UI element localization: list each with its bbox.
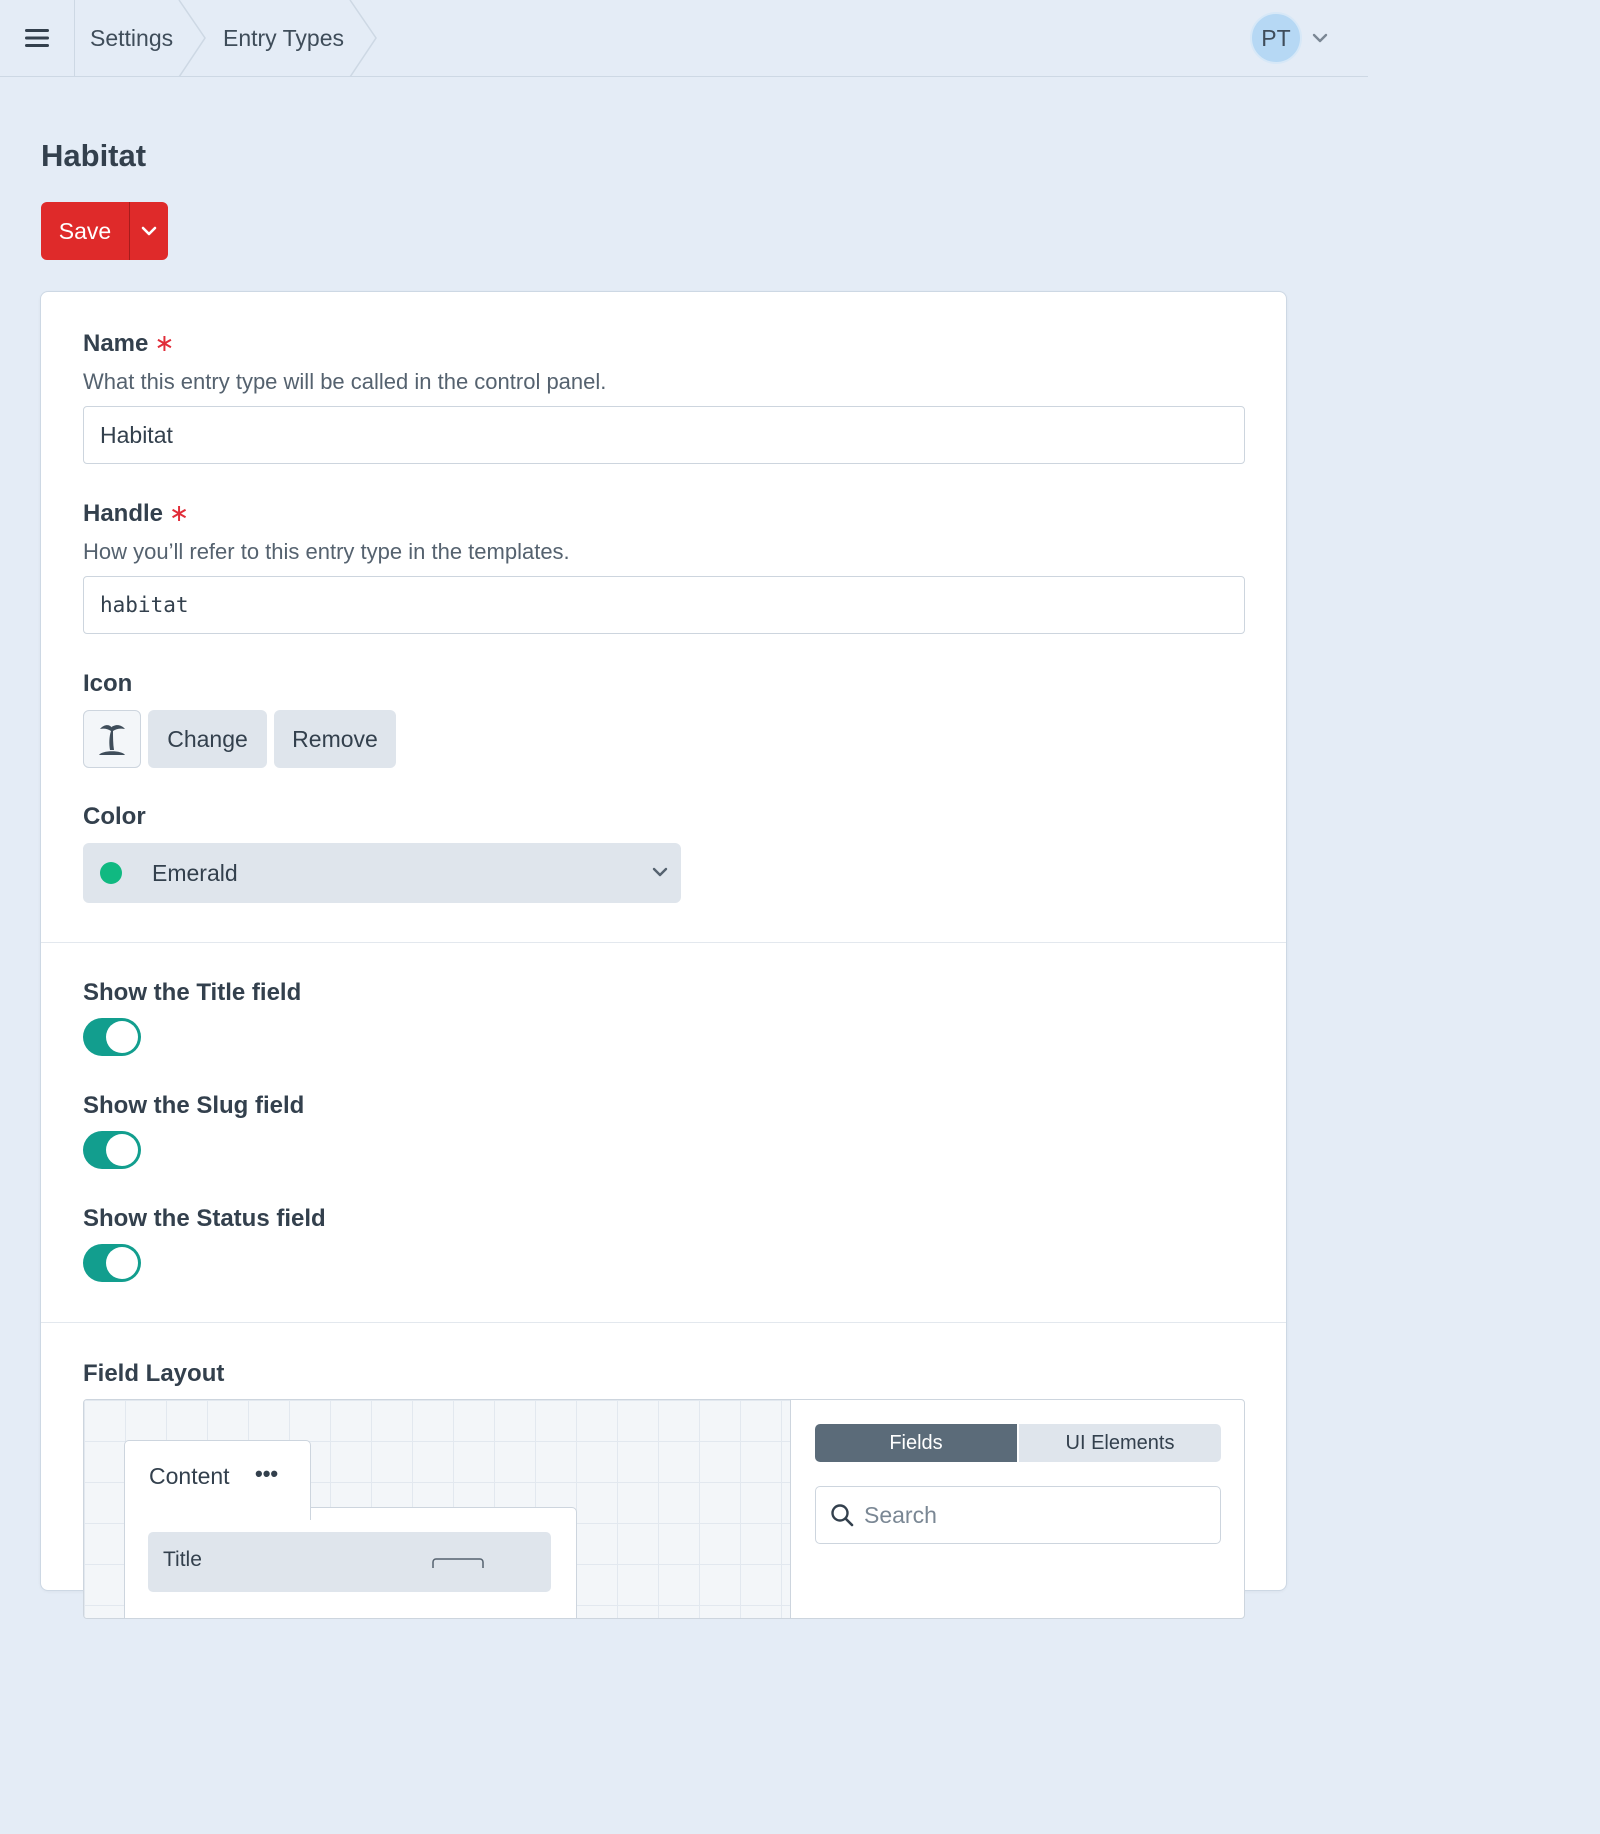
layout-tab-name: Content: [149, 1463, 230, 1489]
save-button-group: Save: [41, 202, 168, 260]
slug-toggle-label: Show the Slug field: [83, 1092, 305, 1119]
avatar: PT: [1250, 12, 1302, 64]
layout-field-label: Title: [163, 1548, 202, 1571]
save-button[interactable]: Save: [41, 202, 129, 260]
section-divider: [41, 1322, 1286, 1323]
toggle-knob: [106, 1247, 138, 1279]
library-tabs: Fields UI Elements: [815, 1424, 1221, 1462]
name-input[interactable]: Habitat: [83, 406, 1245, 464]
color-select[interactable]: Emerald: [83, 843, 681, 903]
chevron-down-icon: [141, 226, 157, 236]
layout-field-title[interactable]: Title: [148, 1532, 551, 1592]
chevron-down-icon: [1312, 33, 1328, 43]
toggle-knob: [106, 1021, 138, 1053]
field-layout-designer: Content ••• Title Fields UI Elements Sea…: [83, 1399, 1245, 1619]
tab-fields[interactable]: Fields: [815, 1424, 1017, 1462]
show-slug-toggle[interactable]: [83, 1131, 141, 1169]
page-title: Habitat: [41, 138, 147, 173]
show-status-toggle[interactable]: [83, 1244, 141, 1282]
palm-tree-island-icon: [99, 725, 125, 755]
handle-label: Handle ∗: [83, 500, 190, 527]
change-icon-button[interactable]: Change: [148, 710, 267, 768]
save-options-button[interactable]: [129, 202, 168, 260]
field-layout-label: Field Layout: [83, 1360, 225, 1387]
icon-preview[interactable]: [83, 710, 141, 768]
toggle-knob: [106, 1134, 138, 1166]
required-icon: ∗: [169, 500, 190, 527]
top-bar: Settings Entry Types PT: [0, 0, 1368, 77]
handle-input[interactable]: habitat: [83, 576, 1245, 634]
breadcrumb-entry-types[interactable]: Entry Types: [223, 0, 344, 76]
handle-instructions: How you’ll refer to this entry type in t…: [83, 539, 570, 564]
more-icon[interactable]: •••: [255, 1461, 278, 1487]
field-search-input[interactable]: Search: [815, 1486, 1221, 1544]
section-divider: [41, 942, 1286, 943]
tab-ui-elements[interactable]: UI Elements: [1017, 1424, 1221, 1462]
breadcrumb-separator-icon: [178, 0, 206, 77]
layout-grid: Content ••• Title: [84, 1400, 791, 1618]
color-value: Emerald: [152, 859, 238, 886]
settings-card: Name ∗ What this entry type will be calle…: [40, 291, 1287, 1619]
icon-label: Icon: [83, 670, 133, 697]
status-toggle-label: Show the Status field: [83, 1205, 326, 1232]
remove-icon-button[interactable]: Remove: [274, 710, 396, 768]
title-toggle-label: Show the Title field: [83, 979, 302, 1006]
text-field-icon: [432, 1558, 484, 1568]
breadcrumb-separator-icon: [349, 0, 377, 77]
layout-tab[interactable]: Content •••: [124, 1440, 311, 1520]
color-label: Color: [83, 803, 146, 830]
chevron-down-icon: [652, 867, 668, 877]
menu-icon[interactable]: [0, 0, 75, 76]
name-label: Name ∗: [83, 330, 175, 357]
user-menu[interactable]: PT: [1250, 12, 1329, 64]
show-title-toggle[interactable]: [83, 1018, 141, 1056]
search-icon: [831, 1504, 854, 1527]
required-icon: ∗: [154, 330, 175, 357]
color-swatch: [100, 862, 122, 884]
search-placeholder: Search: [864, 1501, 937, 1528]
name-instructions: What this entry type will be called in t…: [83, 369, 607, 394]
breadcrumb-settings[interactable]: Settings: [90, 0, 173, 76]
